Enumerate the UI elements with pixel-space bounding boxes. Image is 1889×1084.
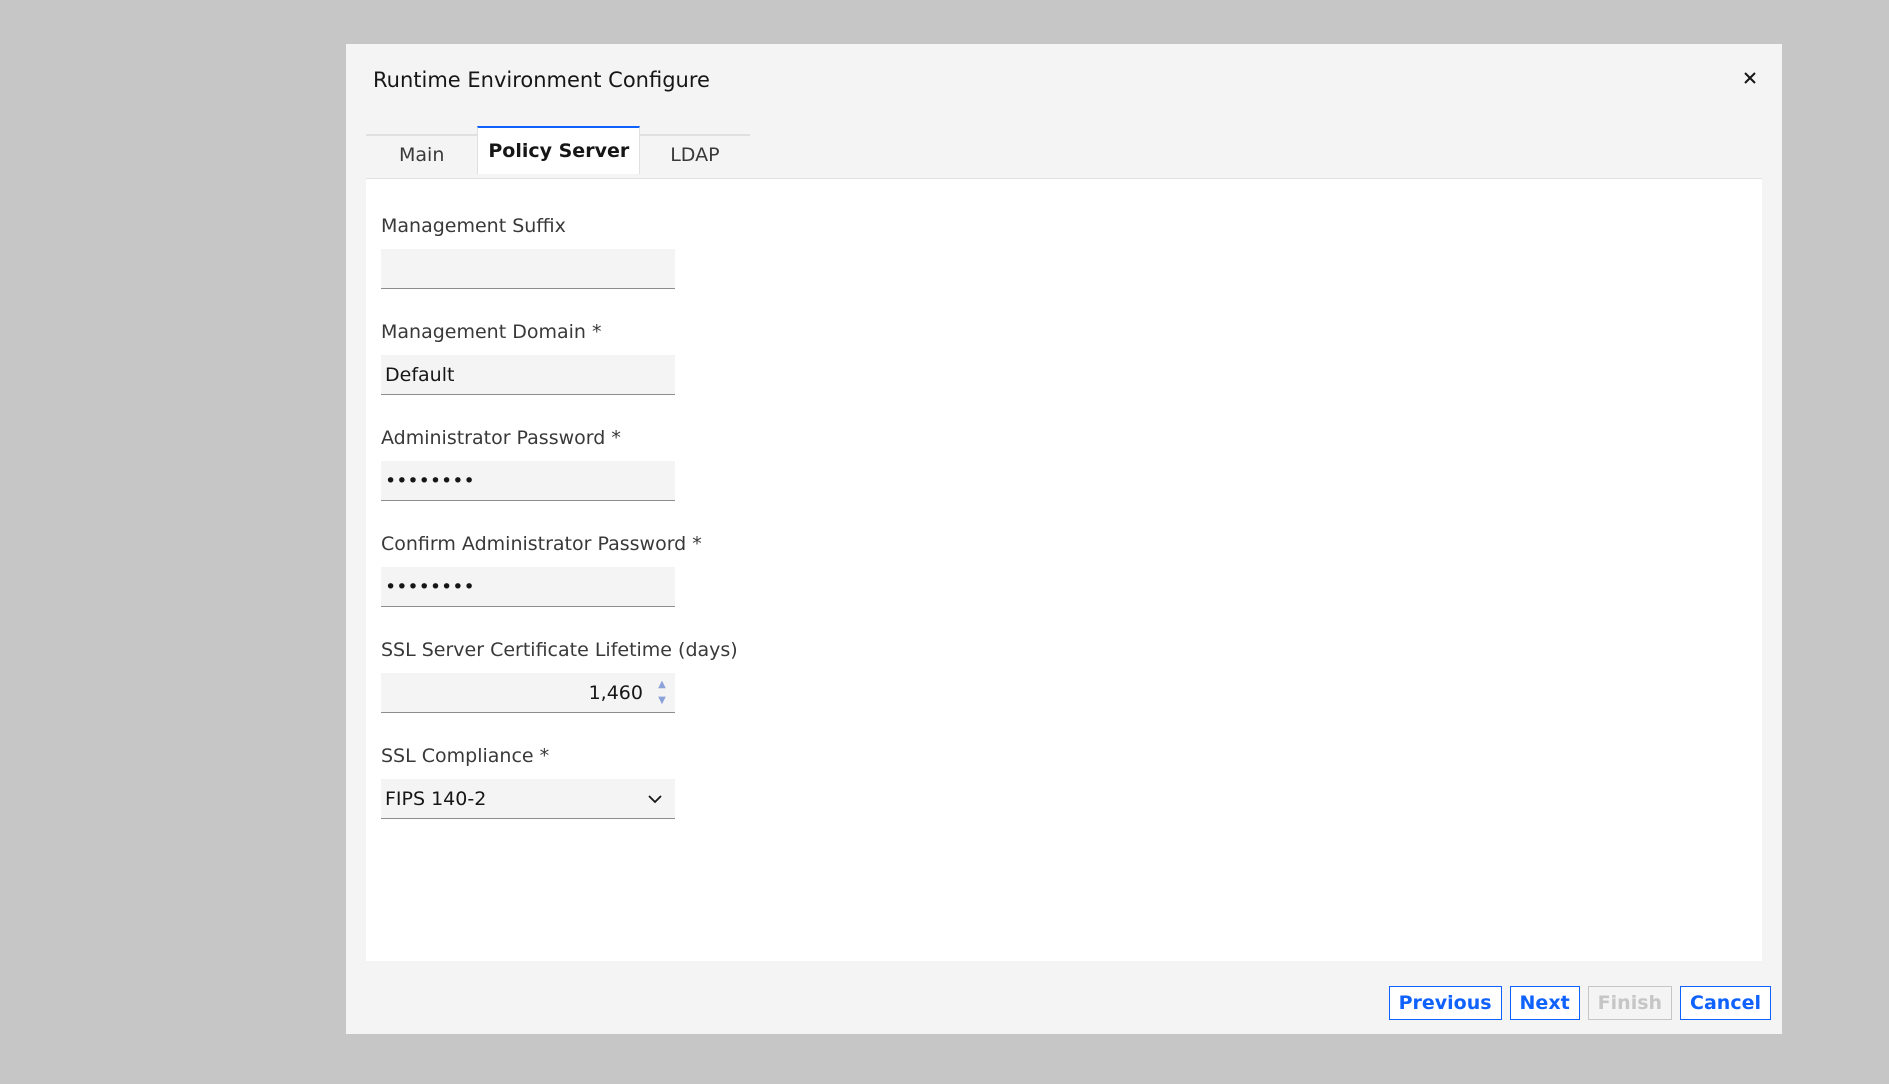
dialog-footer: Previous Next Finish Cancel — [1388, 986, 1771, 1020]
management-domain-field: Management Domain * Default — [381, 321, 681, 395]
ssl-compliance-label: SSL Compliance * — [381, 745, 550, 767]
ssl-compliance-value: FIPS 140-2 — [385, 787, 487, 810]
admin-password-field: Administrator Password * •••••••• — [381, 427, 681, 501]
ssl-lifetime-input[interactable]: 1,460 ▲ ▼ — [381, 673, 675, 713]
confirm-admin-password-field: Confirm Administrator Password * •••••••… — [381, 533, 702, 607]
ssl-compliance-select[interactable]: FIPS 140-2 — [381, 779, 675, 819]
tab-policy-server[interactable]: Policy Server — [477, 126, 641, 174]
ssl-compliance-field: SSL Compliance * FIPS 140-2 — [381, 745, 681, 819]
management-domain-label: Management Domain * — [381, 321, 602, 343]
increment-icon[interactable]: ▲ — [658, 679, 666, 691]
confirm-admin-password-label: Confirm Administrator Password * — [381, 533, 702, 555]
runtime-config-dialog: Runtime Environment Configure Main Polic… — [346, 44, 1782, 1034]
admin-password-input[interactable]: •••••••• — [381, 461, 675, 501]
decrement-icon[interactable]: ▼ — [658, 695, 666, 707]
cancel-button[interactable]: Cancel — [1680, 986, 1771, 1020]
chevron-down-icon — [648, 795, 662, 804]
next-button[interactable]: Next — [1509, 986, 1580, 1020]
ssl-lifetime-label: SSL Server Certificate Lifetime (days) — [381, 639, 738, 661]
close-icon[interactable] — [1738, 66, 1762, 90]
tab-ldap[interactable]: LDAP — [640, 134, 750, 174]
finish-button[interactable]: Finish — [1587, 986, 1673, 1020]
management-suffix-label: Management Suffix — [381, 215, 566, 237]
confirm-admin-password-input[interactable]: •••••••• — [381, 567, 675, 607]
policy-server-panel: Management Suffix Management Domain * De… — [366, 178, 1762, 961]
ssl-lifetime-field: SSL Server Certificate Lifetime (days) 1… — [381, 639, 738, 713]
tab-main[interactable]: Main — [366, 134, 478, 174]
dialog-title: Runtime Environment Configure — [373, 68, 710, 92]
tab-bar: Main Policy Server LDAP — [366, 126, 750, 174]
management-suffix-input[interactable] — [381, 249, 675, 289]
management-domain-input[interactable]: Default — [381, 355, 675, 395]
management-suffix-field: Management Suffix — [381, 215, 681, 289]
ssl-lifetime-value: 1,460 — [588, 681, 643, 704]
admin-password-label: Administrator Password * — [381, 427, 621, 449]
ssl-lifetime-stepper[interactable]: ▲ ▼ — [655, 679, 669, 707]
previous-button[interactable]: Previous — [1388, 986, 1502, 1020]
